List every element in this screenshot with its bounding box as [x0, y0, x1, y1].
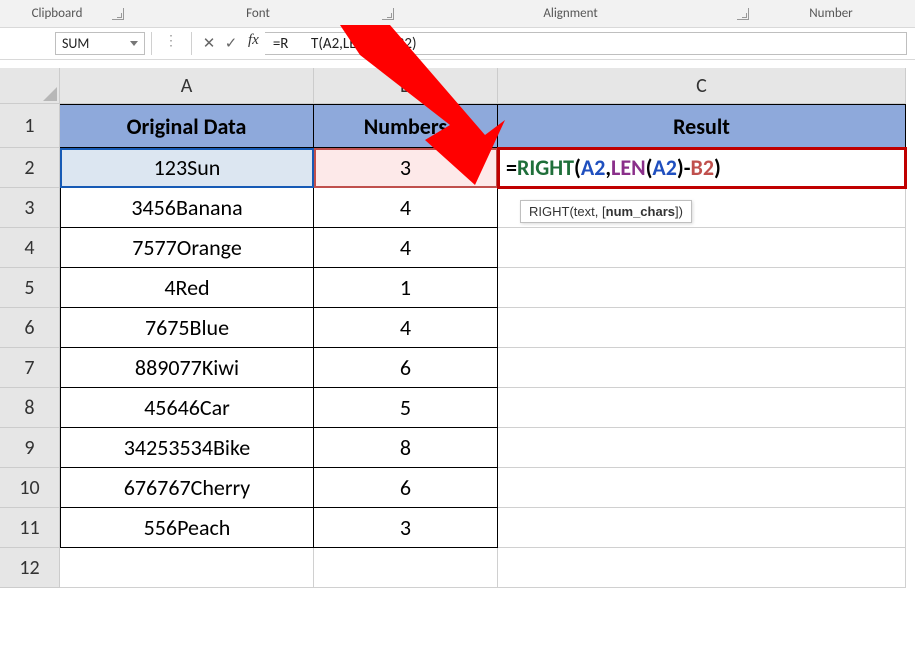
cell-C7[interactable] [498, 348, 906, 388]
column-header-A[interactable]: A [60, 68, 314, 104]
function-tooltip: RIGHT(text, [num_chars]) [520, 200, 692, 223]
spreadsheet-grid[interactable]: A B C 1 Original Data Numbers Result 2 1… [0, 68, 915, 588]
cell-C10[interactable] [498, 468, 906, 508]
row-header-10[interactable]: 10 [0, 468, 60, 508]
cell-A7[interactable]: 889077Kiwi [60, 348, 314, 388]
cell-A1[interactable]: Original Data [60, 104, 314, 148]
cell-A6[interactable]: 7675Blue [60, 308, 314, 348]
cell-B1[interactable]: Numbers [314, 104, 498, 148]
row-5: 54Red1 [0, 268, 915, 308]
column-header-row: A B C [0, 68, 915, 104]
ribbon-group-number: Number [765, 6, 897, 21]
cell-C11[interactable] [498, 508, 906, 548]
formula-bar-text-left: =R [273, 35, 289, 53]
row-header-1[interactable]: 1 [0, 104, 60, 148]
ribbon-group-alignment: Alignment [410, 6, 731, 21]
row-header-5[interactable]: 5 [0, 268, 60, 308]
row-header-9[interactable]: 9 [0, 428, 60, 468]
cell-C6[interactable] [498, 308, 906, 348]
enter-formula-button[interactable]: ✓ [220, 32, 242, 54]
ribbon-group-labels: Clipboard Font Alignment Number [0, 0, 915, 28]
cell-A8[interactable]: 45646Car [60, 388, 314, 428]
cell-C4[interactable] [498, 228, 906, 268]
row-header-12[interactable]: 12 [0, 548, 60, 588]
row-10: 10676767Cherry6 [0, 468, 915, 508]
row-8: 845646Car5 [0, 388, 915, 428]
row-header-8[interactable]: 8 [0, 388, 60, 428]
row-9: 934253534Bike8 [0, 428, 915, 468]
cell-C2[interactable]: =RIGHT(A2,LEN(A2)-B2) [498, 148, 906, 188]
cell-C1[interactable]: Result [498, 104, 906, 148]
ribbon-group-font: Font [140, 6, 376, 21]
cell-C9[interactable] [498, 428, 906, 468]
ribbon-group-clipboard: Clipboard [8, 6, 106, 21]
cell-B9[interactable]: 8 [314, 428, 498, 468]
row-1: 1 Original Data Numbers Result [0, 104, 915, 148]
dialog-launcher-icon[interactable] [382, 8, 394, 20]
cell-B11[interactable]: 3 [314, 508, 498, 548]
cell-C5[interactable] [498, 268, 906, 308]
select-all-triangle[interactable] [0, 68, 60, 104]
cell-B8[interactable]: 5 [314, 388, 498, 428]
cell-A11[interactable]: 556Peach [60, 508, 314, 548]
cell-A5[interactable]: 4Red [60, 268, 314, 308]
row-3: 33456Banana4 [0, 188, 915, 228]
row-header-6[interactable]: 6 [0, 308, 60, 348]
cell-B4[interactable]: 4 [314, 228, 498, 268]
row-header-11[interactable]: 11 [0, 508, 60, 548]
cell-A4[interactable]: 7577Orange [60, 228, 314, 268]
row-12: 12 [0, 548, 915, 588]
dialog-launcher-icon[interactable] [112, 8, 124, 20]
cell-B2[interactable]: 3 [314, 148, 498, 188]
cell-A10[interactable]: 676767Cherry [60, 468, 314, 508]
cell-A9[interactable]: 34253534Bike [60, 428, 314, 468]
cell-B7[interactable]: 6 [314, 348, 498, 388]
column-header-B[interactable]: B [314, 68, 498, 104]
formula-bar-row: SUM ⋮ ✕ ✓ fx =R IGH T(A2,LEN(A2)-B2) [0, 28, 915, 60]
column-header-C[interactable]: C [498, 68, 906, 104]
cell-B6[interactable]: 4 [314, 308, 498, 348]
formula-bar-text-right: T(A2,LEN(A2)-B2) [311, 35, 416, 53]
more-dots-icon[interactable]: ⋮ [158, 32, 185, 55]
cell-B3[interactable]: 4 [314, 188, 498, 228]
cell-A3[interactable]: 3456Banana [60, 188, 314, 228]
insert-function-button[interactable]: fx [242, 32, 265, 55]
row-7: 7889077Kiwi6 [0, 348, 915, 388]
row-header-4[interactable]: 4 [0, 228, 60, 268]
name-box[interactable]: SUM [55, 32, 145, 55]
formula-bar-input[interactable]: =R IGH T(A2,LEN(A2)-B2) [265, 32, 907, 55]
row-11: 11556Peach3 [0, 508, 915, 548]
cell-A12[interactable] [60, 548, 314, 588]
cell-B5[interactable]: 1 [314, 268, 498, 308]
chevron-down-icon[interactable] [130, 41, 138, 46]
name-box-value: SUM [62, 35, 89, 52]
row-header-3[interactable]: 3 [0, 188, 60, 228]
cell-B10[interactable]: 6 [314, 468, 498, 508]
row-header-7[interactable]: 7 [0, 348, 60, 388]
cell-B12[interactable] [314, 548, 498, 588]
row-2: 2 123Sun 3 =RIGHT(A2,LEN(A2)-B2) [0, 148, 915, 188]
cell-C8[interactable] [498, 388, 906, 428]
row-4: 47577Orange4 [0, 228, 915, 268]
row-header-2[interactable]: 2 [0, 148, 60, 188]
cancel-formula-button[interactable]: ✕ [198, 32, 220, 54]
cell-C2-formula: =RIGHT(A2,LEN(A2)-B2) [506, 154, 721, 181]
dialog-launcher-icon[interactable] [737, 8, 749, 20]
cell-A2[interactable]: 123Sun [60, 148, 314, 188]
row-6: 67675Blue4 [0, 308, 915, 348]
cell-C12[interactable] [498, 548, 906, 588]
